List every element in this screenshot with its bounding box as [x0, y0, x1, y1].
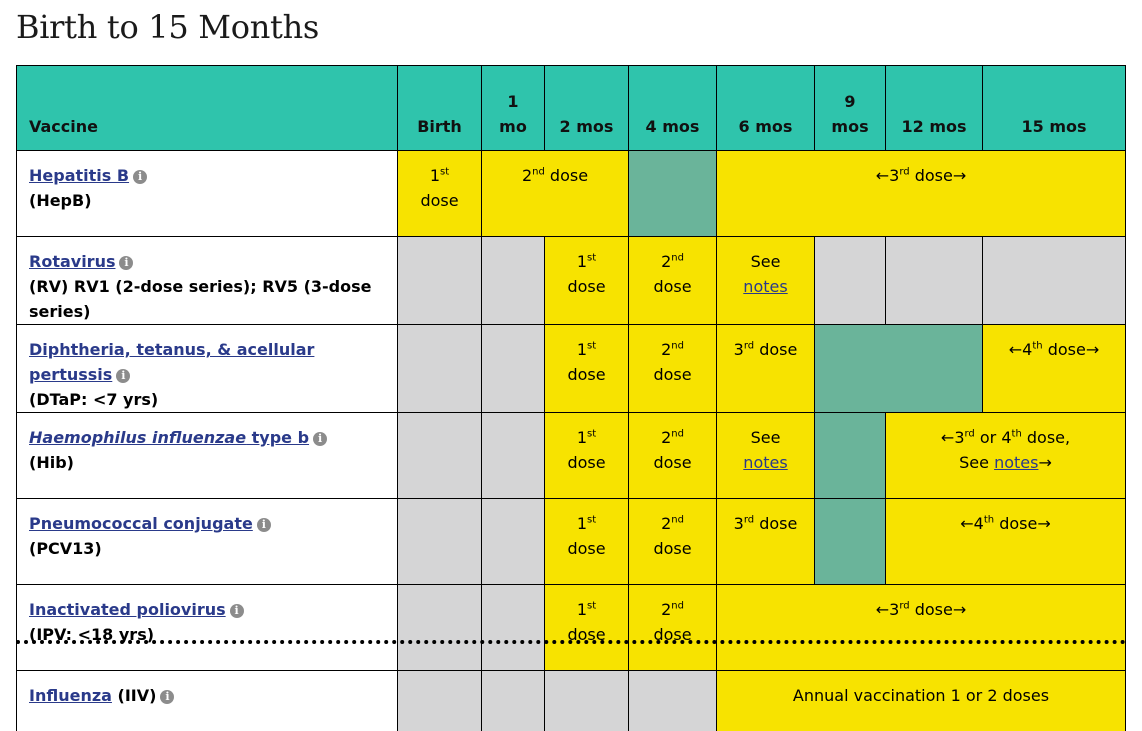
dose-cell: 3rd dose: [717, 499, 815, 585]
gray-cell: [398, 499, 482, 585]
gray-cell: [482, 413, 545, 499]
vaccine-cell: Influenza (IIV)i: [17, 671, 398, 731]
dose-range-cell: ←3rd or 4th dose,See notes→: [886, 413, 1126, 499]
schedule-table: Vaccine Birth 1mo 2 mos 4 mos 6 mos 9mos…: [16, 65, 1126, 731]
see-notes-cell: Seenotes: [717, 413, 815, 499]
gray-cell: [482, 325, 545, 413]
gray-cell: [815, 237, 886, 325]
header-9-mos: 9mos: [815, 66, 886, 151]
info-icon[interactable]: i: [116, 369, 130, 383]
header-15-mos: 15 mos: [983, 66, 1126, 151]
info-icon[interactable]: i: [119, 256, 133, 270]
teal-cell: [815, 413, 886, 499]
dose-range-cell: ←3rd dose→: [717, 585, 1126, 671]
info-icon[interactable]: i: [313, 432, 327, 446]
vaccine-cell: Inactivated poliovirusi (IPV: <18 yrs): [17, 585, 398, 671]
header-2-mos: 2 mos: [545, 66, 629, 151]
gray-cell: [482, 585, 545, 671]
dose-cell: 1stdose: [545, 413, 629, 499]
continuation-divider: [16, 640, 1126, 644]
table-row-hib: Haemophilus influenzae type bi (Hib) 1st…: [17, 413, 1126, 499]
vaccine-cell: Haemophilus influenzae type bi (Hib): [17, 413, 398, 499]
see-notes-cell: Seenotes: [717, 237, 815, 325]
gray-cell: [482, 671, 545, 731]
table-row-ipv: Inactivated poliovirusi (IPV: <18 yrs) 1…: [17, 585, 1126, 671]
notes-link[interactable]: notes: [994, 453, 1038, 472]
gray-cell: [398, 413, 482, 499]
teal-cell: [815, 325, 983, 413]
header-row: Vaccine Birth 1mo 2 mos 4 mos 6 mos 9mos…: [17, 66, 1126, 151]
notes-link[interactable]: notes: [743, 277, 787, 296]
influenza-link[interactable]: Influenza: [29, 686, 112, 705]
gray-cell: [482, 499, 545, 585]
table-row-rotavirus: Rotavirusi (RV) RV1 (2-dose series); RV5…: [17, 237, 1126, 325]
info-icon[interactable]: i: [133, 170, 147, 184]
vaccine-cell: Hepatitis Bi (HepB): [17, 151, 398, 237]
info-icon[interactable]: i: [230, 604, 244, 618]
pneumococcal-link[interactable]: Pneumococcal conjugate: [29, 514, 253, 533]
header-vaccine: Vaccine: [17, 66, 398, 151]
annual-vaccination-cell: Annual vaccination 1 or 2 doses: [717, 671, 1126, 731]
vaccine-cell: Rotavirusi (RV) RV1 (2-dose series); RV5…: [17, 237, 398, 325]
gray-cell: [545, 671, 629, 731]
dose-cell: 1stdose: [545, 237, 629, 325]
gray-cell: [398, 671, 482, 731]
page-title: Birth to 15 Months: [16, 8, 319, 46]
gray-cell: [983, 237, 1126, 325]
dose-cell: 1stdose: [398, 151, 482, 237]
gray-cell: [398, 325, 482, 413]
gray-cell: [886, 237, 983, 325]
gray-cell: [482, 237, 545, 325]
teal-cell: [815, 499, 886, 585]
dose-range-cell: ←4th dose→: [886, 499, 1126, 585]
dose-range-cell: ←4th dose→: [983, 325, 1126, 413]
dtap-link[interactable]: Diphtheria, tetanus, & acellular pertuss…: [29, 340, 314, 384]
notes-link[interactable]: notes: [743, 453, 787, 472]
vaccine-cell: Diphtheria, tetanus, & acellular pertuss…: [17, 325, 398, 413]
header-6-mos: 6 mos: [717, 66, 815, 151]
dose-range-cell: ←3rd dose→: [717, 151, 1126, 237]
gray-cell: [629, 671, 717, 731]
header-birth: Birth: [398, 66, 482, 151]
table-row-influenza: Influenza (IIV)i Annual vaccination 1 or…: [17, 671, 1126, 731]
header-4-mos: 4 mos: [629, 66, 717, 151]
header-12-mos: 12 mos: [886, 66, 983, 151]
dose-cell: 1stdose: [545, 499, 629, 585]
dose-cell: 2nddose: [629, 413, 717, 499]
gray-cell: [398, 585, 482, 671]
table-row-hepb: Hepatitis Bi (HepB) 1stdose 2nd dose ←3r…: [17, 151, 1126, 237]
dose-cell: 2nddose: [629, 237, 717, 325]
info-icon[interactable]: i: [160, 690, 174, 704]
dose-cell: 2nddose: [629, 499, 717, 585]
header-1-mo: 1mo: [482, 66, 545, 151]
dose-cell: 3rd dose: [717, 325, 815, 413]
dose-cell: 2nd dose: [482, 151, 629, 237]
hepatitis-b-link[interactable]: Hepatitis B: [29, 166, 129, 185]
teal-cell: [629, 151, 717, 237]
hib-link[interactable]: Haemophilus influenzae type b: [29, 428, 309, 447]
rotavirus-link[interactable]: Rotavirus: [29, 252, 115, 271]
info-icon[interactable]: i: [257, 518, 271, 532]
vaccine-cell: Pneumococcal conjugatei (PCV13): [17, 499, 398, 585]
table-row-pcv13: Pneumococcal conjugatei (PCV13) 1stdose …: [17, 499, 1126, 585]
gray-cell: [398, 237, 482, 325]
dose-cell: 1stdose: [545, 325, 629, 413]
table-row-dtap: Diphtheria, tetanus, & acellular pertuss…: [17, 325, 1126, 413]
dose-cell: 2nddose: [629, 585, 717, 671]
dose-cell: 1stdose: [545, 585, 629, 671]
poliovirus-link[interactable]: Inactivated poliovirus: [29, 600, 226, 619]
dose-cell: 2nddose: [629, 325, 717, 413]
